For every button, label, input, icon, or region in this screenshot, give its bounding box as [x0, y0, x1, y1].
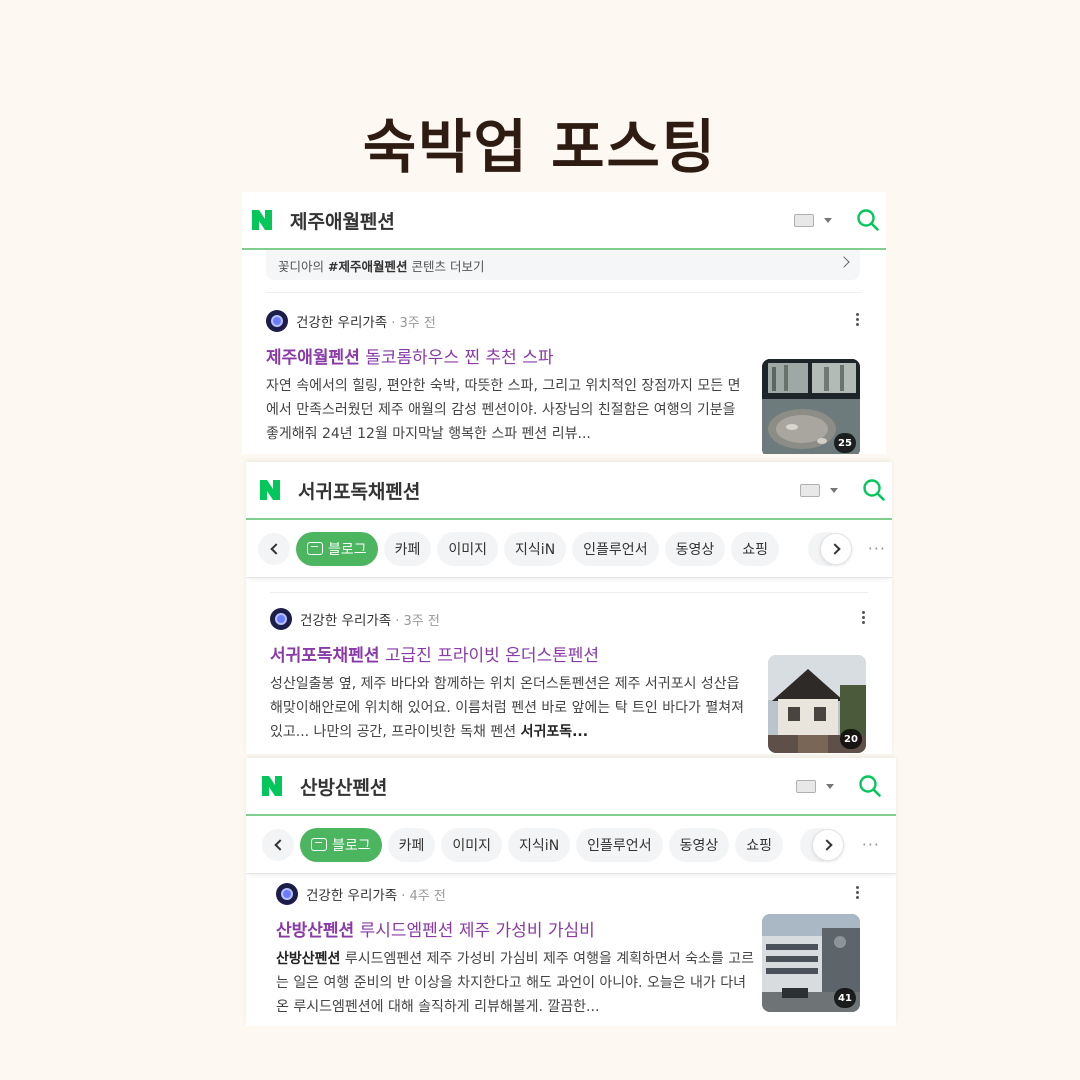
- avatar[interactable]: [270, 608, 292, 630]
- title-rest: 돌코롬하우스 찐 추천 스파: [359, 348, 554, 368]
- more-link-keyword: #제주애월펜션: [328, 258, 408, 274]
- naver-logo-icon[interactable]: [258, 772, 286, 800]
- search-bar[interactable]: 산방산펜션: [246, 758, 896, 816]
- title-keyword: 산방산펜션: [276, 921, 355, 941]
- post-time: · 4주 전: [401, 888, 446, 904]
- post-snippet: 산방산펜션 루시드엠펜션 제주 가성비 가심비 제주 여행을 계획하면서 숙소를…: [276, 947, 758, 1019]
- chevron-down-icon[interactable]: [830, 487, 838, 493]
- tabs-prev-button[interactable]: [262, 828, 294, 861]
- photo-count-badge: 41: [834, 988, 856, 1008]
- search-query[interactable]: 제주애월펜션: [290, 207, 395, 234]
- chevron-left-icon: [269, 542, 282, 555]
- search-tabs: 블로그 카페 이미지 지식iN 인플루언서 동영상 쇼핑 ···: [246, 816, 896, 874]
- more-link-suffix: 콘텐츠 더보기: [411, 258, 485, 274]
- author-name[interactable]: 건강한 우리가족: [296, 311, 387, 331]
- post-snippet: 성산일출봉 옆, 제주 바다와 함께하는 위치 온더스톤펜션은 제주 서귀포시 …: [270, 672, 752, 744]
- post-time: · 3주 전: [395, 613, 440, 629]
- divider: [266, 292, 862, 293]
- keyboard-icon[interactable]: [800, 483, 820, 497]
- tab-video[interactable]: 동영상: [664, 531, 726, 566]
- blog-post[interactable]: 건강한 우리가족 · 3주 전 서귀포독채펜션 고급진 프라이빗 온더스톤펜션 …: [246, 605, 892, 753]
- chevron-right-icon: [828, 543, 841, 555]
- chevron-right-icon: [838, 256, 850, 268]
- tabs-next-button[interactable]: [820, 533, 852, 565]
- post-thumbnail[interactable]: 25: [762, 359, 860, 454]
- more-link-prefix: 꽃디아의: [278, 258, 325, 274]
- snippet-text: 루시드엠펜션 제주 가성비 가심비 제주 여행을 계획하면서 숙소를 고르는 일…: [276, 951, 754, 1015]
- tab-label: 블로그: [328, 541, 367, 558]
- keyboard-icon[interactable]: [796, 779, 816, 793]
- more-content-link[interactable]: 꽃디아의 #제주애월펜션 콘텐츠 더보기: [266, 250, 860, 280]
- post-snippet: 자연 속에서의 힐링, 편안한 숙박, 따뜻한 스파, 그리고 위치적인 장점까…: [266, 378, 741, 442]
- tab-video[interactable]: 동영상: [668, 827, 730, 862]
- author-name[interactable]: 건강한 우리가족: [300, 609, 391, 629]
- chevron-right-icon: [820, 839, 833, 851]
- post-time: · 3주 전: [391, 315, 436, 331]
- tab-blog[interactable]: 블로그: [296, 531, 378, 566]
- photo-count-badge: 25: [834, 433, 856, 453]
- tab-shopping[interactable]: 쇼핑: [735, 827, 783, 862]
- keyboard-icon[interactable]: [794, 213, 814, 227]
- post-thumbnail[interactable]: 20: [768, 655, 866, 753]
- divider: [270, 592, 868, 593]
- chevron-down-icon[interactable]: [826, 783, 834, 789]
- naver-logo-icon[interactable]: [248, 206, 276, 234]
- title-keyword: 서귀포독채펜션: [270, 646, 380, 666]
- photo-count-badge: 20: [840, 729, 862, 749]
- blog-post[interactable]: 건강한 우리가족 · 4주 전 산방산펜션 루시드엠펜션 제주 가성비 가심비 …: [246, 880, 896, 1019]
- tab-image[interactable]: 이미지: [441, 827, 503, 862]
- tabs-prev-button[interactable]: [258, 532, 290, 565]
- search-result-card-1: 제주애월펜션 꽃디아의 #제주애월펜션 콘텐츠 더보기 건강한 우리가족 · 3…: [242, 192, 886, 454]
- snippet-keyword: 서귀포독...: [520, 724, 589, 740]
- search-icon[interactable]: [862, 478, 886, 502]
- tab-cafe[interactable]: 카페: [387, 827, 436, 862]
- blog-icon: [307, 542, 323, 555]
- search-query[interactable]: 서귀포독채펜션: [298, 477, 420, 504]
- tab-shopping[interactable]: 쇼핑: [731, 531, 779, 566]
- chevron-down-icon[interactable]: [824, 217, 832, 223]
- tab-cafe[interactable]: 카페: [383, 531, 432, 566]
- title-rest: 루시드엠펜션 제주 가성비 가심비: [354, 921, 595, 941]
- search-result-card-2: 서귀포독채펜션 블로그 카페 이미지 지식iN 인플루언서 동영상 쇼핑 ···…: [246, 462, 892, 754]
- title-rest: 고급진 프라이빗 온더스톤펜션: [379, 646, 600, 666]
- search-bar[interactable]: 제주애월펜션: [242, 192, 886, 250]
- more-icon[interactable]: [856, 311, 860, 328]
- search-result-card-3: 산방산펜션 블로그 카페 이미지 지식iN 인플루언서 동영상 쇼핑 ··· 건…: [246, 758, 896, 1026]
- search-icon[interactable]: [856, 208, 880, 232]
- search-icon[interactable]: [858, 774, 882, 798]
- tab-kin[interactable]: 지식iN: [508, 827, 571, 862]
- tab-label: 블로그: [332, 837, 371, 854]
- page-title: 숙박업 포스팅: [362, 113, 718, 181]
- more-tabs-icon[interactable]: ···: [868, 541, 886, 557]
- tab-image[interactable]: 이미지: [437, 531, 499, 566]
- more-tabs-icon[interactable]: ···: [862, 837, 880, 853]
- more-icon[interactable]: [862, 609, 866, 626]
- search-tabs: 블로그 카페 이미지 지식iN 인플루언서 동영상 쇼핑 ···: [246, 520, 892, 578]
- avatar[interactable]: [266, 310, 288, 332]
- more-icon[interactable]: [856, 884, 860, 901]
- naver-logo-icon[interactable]: [256, 476, 284, 504]
- snippet-text: 성산일출봉 옆, 제주 바다와 함께하는 위치 온더스톤펜션은 제주 서귀포시 …: [270, 676, 744, 740]
- tab-influencer[interactable]: 인플루언서: [572, 531, 659, 566]
- search-query[interactable]: 산방산펜션: [300, 773, 387, 800]
- tabs-next-button[interactable]: [812, 829, 844, 861]
- tab-blog[interactable]: 블로그: [300, 827, 382, 862]
- author-name[interactable]: 건강한 우리가족: [306, 884, 397, 904]
- tab-kin[interactable]: 지식iN: [504, 531, 567, 566]
- title-keyword: 제주애월펜션: [266, 348, 360, 368]
- post-thumbnail[interactable]: 41: [762, 914, 860, 1012]
- tab-influencer[interactable]: 인플루언서: [576, 827, 663, 862]
- snippet-keyword: 산방산펜션: [276, 951, 341, 967]
- blog-post[interactable]: 건강한 우리가족 · 3주 전 제주애월펜션 돌코롬하우스 찐 추천 스파 자연…: [242, 307, 886, 454]
- blog-icon: [311, 838, 327, 851]
- search-bar[interactable]: 서귀포독채펜션: [246, 462, 892, 520]
- avatar[interactable]: [276, 883, 298, 905]
- chevron-left-icon: [273, 838, 286, 851]
